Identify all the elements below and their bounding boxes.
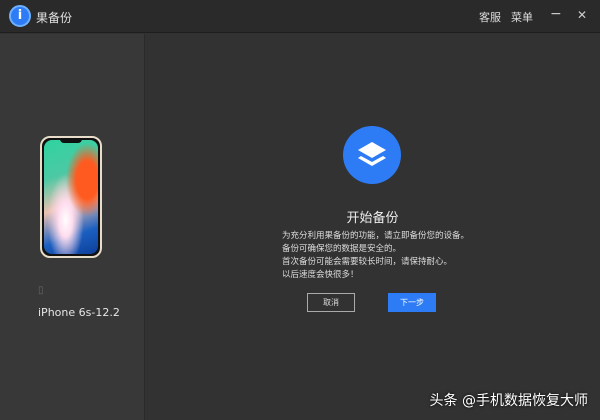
watermark: 头条 @手机数据恢复大师 <box>429 393 588 409</box>
desc-line: 备份可确保您的数据是安全的。 <box>282 244 402 254</box>
device-icon: ▯ <box>38 285 44 296</box>
app-title: 果备份 <box>36 11 73 25</box>
support-button[interactable]: 客服 <box>479 9 501 25</box>
desc-line: 首次备份可能会需要较长时间，请保持耐心。 <box>282 257 453 267</box>
desc-line: 以后速度会快很多！ <box>282 270 359 280</box>
title-bar: i 果备份 客服 菜单 − ✕ <box>0 0 600 33</box>
minimize-icon[interactable]: − <box>550 6 562 22</box>
menu-button[interactable]: 菜单 <box>511 9 533 25</box>
description: 为充分利用果备份的功能，请立即备份您的设备。 备份可确保您的数据是安全的。 首次… <box>282 230 469 282</box>
page-heading: 开始备份 <box>346 211 399 226</box>
phone-image <box>40 136 102 258</box>
close-icon[interactable]: ✕ <box>577 8 587 22</box>
next-button[interactable]: 下一步 <box>388 293 436 312</box>
layers-icon <box>343 126 401 184</box>
desc-line: 为充分利用果备份的功能，请立即备份您的设备。 <box>282 231 470 241</box>
app-logo-icon: i <box>9 5 31 27</box>
device-name: iPhone 6s-12.2 <box>38 306 120 319</box>
cancel-button[interactable]: 取消 <box>307 293 355 312</box>
